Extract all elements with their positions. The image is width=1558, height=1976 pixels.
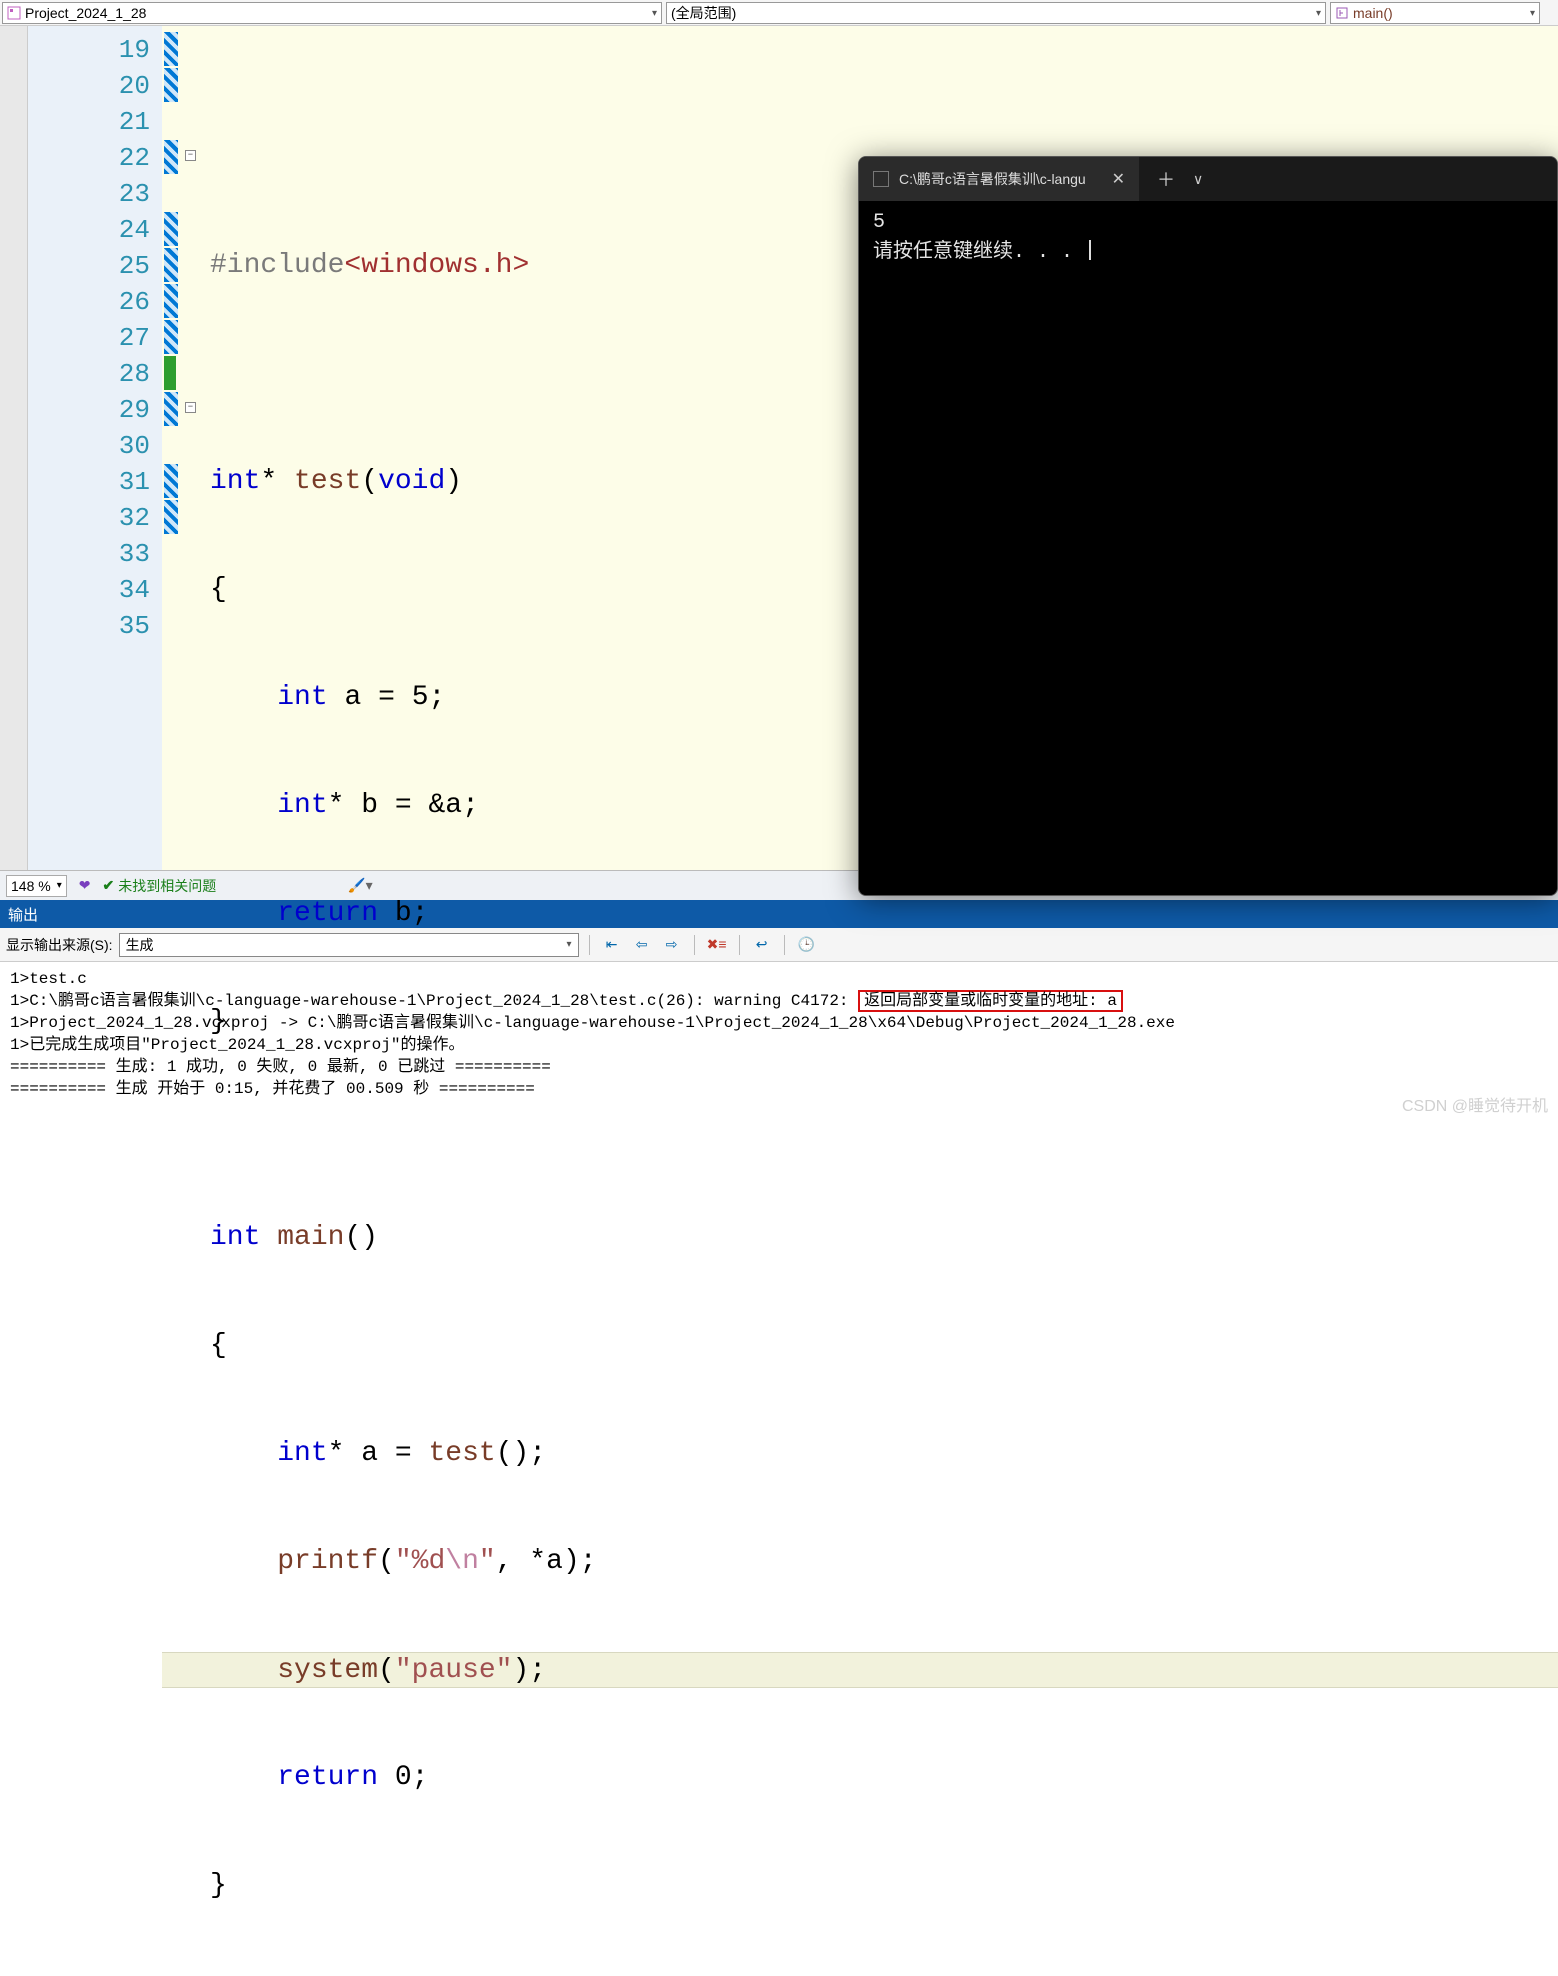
project-name: Project_2024_1_28	[25, 5, 146, 21]
fold-toggle[interactable]: −	[185, 150, 196, 161]
console-window: C:\鹏哥c语言暑假集训\c-langu ✕ ＋ ∨ 5 请按任意键继续. . …	[858, 156, 1558, 896]
console-body[interactable]: 5 请按任意键继续. . .	[859, 201, 1557, 895]
chevron-down-icon: ▾	[57, 880, 62, 891]
cursor	[1089, 240, 1091, 260]
line-number: 23	[28, 176, 150, 212]
console-tab[interactable]: C:\鹏哥c语言暑假集训\c-langu ✕	[859, 157, 1139, 201]
code-line: return b;	[162, 896, 1558, 932]
change-marker-column: − −	[162, 26, 182, 870]
output-source: 生成	[126, 935, 154, 955]
line-number: 25	[28, 248, 150, 284]
console-title: C:\鹏哥c语言暑假集训\c-langu	[899, 169, 1102, 189]
code-line: int* a = test();	[162, 1436, 1558, 1472]
line-number: 34	[28, 572, 150, 608]
project-selector[interactable]: Project_2024_1_28 ▾	[2, 2, 662, 24]
line-number: 33	[28, 536, 150, 572]
line-number-gutter: 19 20 21 22 23 24 25 26 27 28 29 30 31 3…	[28, 26, 162, 870]
chevron-down-icon: ▾	[1316, 8, 1321, 19]
chevron-down-icon: ▾	[1530, 8, 1535, 19]
terminal-icon	[873, 171, 889, 187]
line-number: 35	[28, 608, 150, 644]
health-icon[interactable]: ❤	[79, 877, 91, 894]
line-number: 20	[28, 68, 150, 104]
line-number: 31	[28, 464, 150, 500]
line-number: 27	[28, 320, 150, 356]
fold-toggle[interactable]: −	[185, 402, 196, 413]
code-line-current: system("pause");	[162, 1652, 1558, 1688]
scope-selector[interactable]: (全局范围) ▾	[666, 2, 1326, 24]
output-from-label: 显示输出来源(S):	[6, 935, 113, 955]
code-line: printf("%d\n", *a);	[162, 1544, 1558, 1580]
code-line: }	[162, 1868, 1558, 1904]
console-actions: ＋ ∨	[1139, 166, 1221, 192]
output-line: 1>test.c	[10, 970, 87, 988]
close-icon[interactable]: ✕	[1112, 169, 1125, 189]
console-line: 5	[873, 211, 885, 234]
code-line	[162, 1112, 1558, 1148]
code-line: return 0;	[162, 1760, 1558, 1796]
line-number: 21	[28, 104, 150, 140]
code-line: }	[162, 1004, 1558, 1040]
zoom-selector[interactable]: 148 % ▾	[6, 875, 67, 897]
line-number: 24	[28, 212, 150, 248]
project-icon	[7, 6, 21, 20]
code-line: {	[162, 1328, 1558, 1364]
line-number: 26	[28, 284, 150, 320]
new-tab-button[interactable]: ＋	[1157, 166, 1175, 192]
output-title: 输出	[8, 904, 38, 925]
checkmark-icon: ✔	[102, 877, 114, 894]
zoom-value: 148 %	[11, 878, 51, 894]
left-margin	[0, 26, 28, 870]
function-name: main()	[1353, 5, 1393, 21]
line-number: 32	[28, 500, 150, 536]
line-number: 28	[28, 356, 150, 392]
chevron-down-icon: ▾	[652, 8, 657, 19]
code-line: int main()	[162, 1220, 1558, 1256]
navigation-bar: Project_2024_1_28 ▾ (全局范围) ▾ main() ▾	[0, 0, 1558, 26]
tab-menu-button[interactable]: ∨	[1193, 171, 1203, 188]
line-number: 19	[28, 32, 150, 68]
line-number: 29	[28, 392, 150, 428]
scope-text: (全局范围)	[671, 3, 736, 23]
console-line: 请按任意键继续. . .	[873, 241, 1085, 264]
console-titlebar[interactable]: C:\鹏哥c语言暑假集训\c-langu ✕ ＋ ∨	[859, 157, 1557, 201]
line-number: 22	[28, 140, 150, 176]
line-number: 30	[28, 428, 150, 464]
watermark: CSDN @睡觉待开机	[1402, 1092, 1548, 1116]
function-icon	[1335, 6, 1349, 20]
function-selector[interactable]: main() ▾	[1330, 2, 1540, 24]
